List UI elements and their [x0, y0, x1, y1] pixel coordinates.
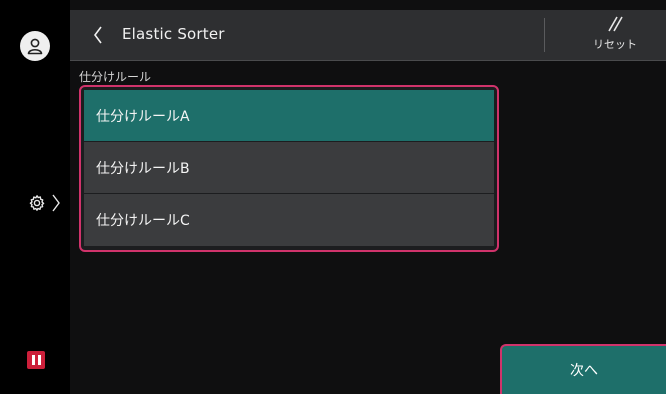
rule-item-label: 仕分けルールA: [96, 108, 190, 125]
rule-item-label: 仕分けルールC: [96, 213, 190, 229]
chevron-right-icon: [52, 194, 60, 212]
pause-button[interactable]: [27, 351, 45, 369]
header-bar: Elastic Sorter リセット: [70, 10, 666, 61]
chevron-left-icon: [94, 26, 102, 44]
device-settings-button[interactable]: [28, 190, 68, 216]
back-button[interactable]: [86, 22, 110, 48]
gear-icon: [29, 195, 45, 211]
left-rail: [0, 0, 70, 394]
rule-item-b[interactable]: 仕分けルールB: [84, 142, 494, 194]
rule-item-a[interactable]: 仕分けルールA: [84, 90, 494, 142]
next-button[interactable]: 次へ: [500, 344, 666, 394]
reset-icon: [608, 16, 623, 32]
page-title: Elastic Sorter: [122, 25, 225, 43]
next-button-label: 次へ: [570, 363, 598, 379]
rule-item-c[interactable]: 仕分けルールC: [84, 194, 494, 246]
rule-item-label: 仕分けルールB: [96, 160, 190, 177]
pause-icon: [30, 355, 42, 365]
header-divider: [544, 18, 545, 52]
reset-label: リセット: [593, 38, 637, 51]
user-button[interactable]: [20, 31, 50, 61]
reset-button[interactable]: リセット: [575, 14, 655, 58]
user-icon: [27, 38, 43, 55]
section-label: 仕分けルール: [79, 70, 152, 84]
rule-list: 仕分けルールA 仕分けルールB 仕分けルールC: [79, 85, 499, 252]
